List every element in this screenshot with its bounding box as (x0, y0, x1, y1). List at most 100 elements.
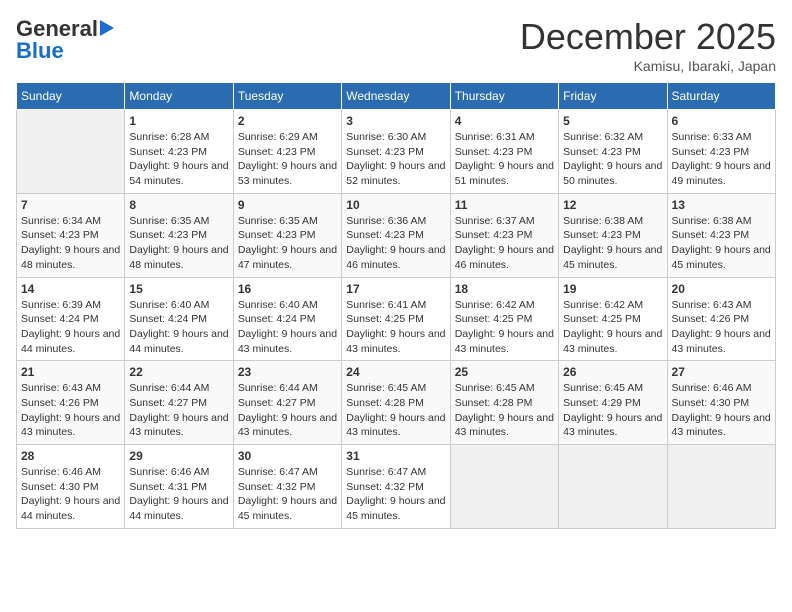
calendar-cell: 15 Sunrise: 6:40 AMSunset: 4:24 PMDayligh… (125, 277, 233, 361)
calendar-cell: 13Sunrise: 6:38 AMSunset: 4:23 PMDayligh… (667, 193, 775, 277)
day-number: 28 (21, 449, 120, 463)
calendar-cell (559, 445, 667, 529)
calendar-cell: 16 Sunrise: 6:40 AMSunset: 4:24 PMDayligh… (233, 277, 341, 361)
day-info: Sunrise: 6:28 AMSunset: 4:23 PMDaylight:… (129, 130, 228, 189)
day-info: Sunrise: 6:45 AMSunset: 4:29 PMDaylight:… (563, 381, 662, 440)
day-number: 5 (563, 114, 662, 128)
day-number: 23 (238, 365, 337, 379)
day-number: 10 (346, 198, 445, 212)
day-number: 29 (129, 449, 228, 463)
calendar-cell: 24 Sunrise: 6:45 AMSunset: 4:28 PMDayligh… (342, 361, 450, 445)
logo-arrow-icon (100, 20, 114, 36)
calendar-cell: 25 Sunrise: 6:45 AMSunset: 4:28 PMDayligh… (450, 361, 558, 445)
day-number: 25 (455, 365, 554, 379)
day-number: 30 (238, 449, 337, 463)
day-number: 11 (455, 198, 554, 212)
calendar-week-row: 21 Sunrise: 6:43 AMSunset: 4:26 PMDayligh… (17, 361, 776, 445)
day-info: Sunrise: 6:40 AMSunset: 4:24 PMDaylight:… (129, 298, 228, 357)
day-info: Sunrise: 6:30 AMSunset: 4:23 PMDaylight:… (346, 130, 445, 189)
calendar-cell: 1 Sunrise: 6:28 AMSunset: 4:23 PMDaylight… (125, 110, 233, 194)
day-of-week-header: Saturday (667, 83, 775, 110)
calendar-cell: 20 Sunrise: 6:43 AMSunset: 4:26 PMDayligh… (667, 277, 775, 361)
calendar-cell: 26Sunrise: 6:45 AMSunset: 4:29 PMDayligh… (559, 361, 667, 445)
day-number: 31 (346, 449, 445, 463)
day-number: 20 (672, 282, 771, 296)
day-info: Sunrise: 6:39 AMSunset: 4:24 PMDaylight:… (21, 298, 120, 357)
day-info: Sunrise: 6:41 AMSunset: 4:25 PMDaylight:… (346, 298, 445, 357)
day-number: 19 (563, 282, 662, 296)
calendar-cell: 28 Sunrise: 6:46 AMSunset: 4:30 PMDayligh… (17, 445, 125, 529)
day-info: Sunrise: 6:43 AMSunset: 4:26 PMDaylight:… (672, 298, 771, 357)
day-info: Sunrise: 6:42 AMSunset: 4:25 PMDaylight:… (563, 298, 662, 357)
day-of-week-header: Thursday (450, 83, 558, 110)
calendar-week-row: 1 Sunrise: 6:28 AMSunset: 4:23 PMDaylight… (17, 110, 776, 194)
calendar-cell: 5 Sunrise: 6:32 AMSunset: 4:23 PMDaylight… (559, 110, 667, 194)
day-info: Sunrise: 6:34 AMSunset: 4:23 PMDaylight:… (21, 214, 120, 273)
calendar-cell: 27Sunrise: 6:46 AMSunset: 4:30 PMDayligh… (667, 361, 775, 445)
day-info: Sunrise: 6:40 AMSunset: 4:24 PMDaylight:… (238, 298, 337, 357)
day-info: Sunrise: 6:36 AMSunset: 4:23 PMDaylight:… (346, 214, 445, 273)
calendar-cell: 21 Sunrise: 6:43 AMSunset: 4:26 PMDayligh… (17, 361, 125, 445)
calendar-cell: 12Sunrise: 6:38 AMSunset: 4:23 PMDayligh… (559, 193, 667, 277)
day-number: 22 (129, 365, 228, 379)
day-info: Sunrise: 6:47 AMSunset: 4:32 PMDaylight:… (238, 465, 337, 524)
day-info: Sunrise: 6:35 AMSunset: 4:23 PMDaylight:… (238, 214, 337, 273)
day-info: Sunrise: 6:45 AMSunset: 4:28 PMDaylight:… (346, 381, 445, 440)
calendar-cell: 8 Sunrise: 6:35 AMSunset: 4:23 PMDaylight… (125, 193, 233, 277)
calendar-header-row: SundayMondayTuesdayWednesdayThursdayFrid… (17, 83, 776, 110)
calendar-cell: 30 Sunrise: 6:47 AMSunset: 4:32 PMDayligh… (233, 445, 341, 529)
calendar-cell: 31 Sunrise: 6:47 AMSunset: 4:32 PMDayligh… (342, 445, 450, 529)
day-number: 24 (346, 365, 445, 379)
day-number: 6 (672, 114, 771, 128)
day-of-week-header: Wednesday (342, 83, 450, 110)
location-subtitle: Kamisu, Ibaraki, Japan (520, 58, 776, 74)
calendar-cell (667, 445, 775, 529)
calendar-cell: 11 Sunrise: 6:37 AMSunset: 4:23 PMDayligh… (450, 193, 558, 277)
day-info: Sunrise: 6:44 AMSunset: 4:27 PMDaylight:… (238, 381, 337, 440)
day-info: Sunrise: 6:33 AMSunset: 4:23 PMDaylight:… (672, 130, 771, 189)
day-info: Sunrise: 6:46 AMSunset: 4:30 PMDaylight:… (21, 465, 120, 524)
logo: General Blue (16, 16, 114, 64)
calendar-cell: 18Sunrise: 6:42 AMSunset: 4:25 PMDayligh… (450, 277, 558, 361)
day-info: Sunrise: 6:35 AMSunset: 4:23 PMDaylight:… (129, 214, 228, 273)
day-info: Sunrise: 6:43 AMSunset: 4:26 PMDaylight:… (21, 381, 120, 440)
day-number: 14 (21, 282, 120, 296)
title-block: December 2025 Kamisu, Ibaraki, Japan (520, 16, 776, 74)
day-number: 17 (346, 282, 445, 296)
day-number: 21 (21, 365, 120, 379)
page-header: General Blue December 2025 Kamisu, Ibara… (16, 16, 776, 74)
day-number: 15 (129, 282, 228, 296)
day-info: Sunrise: 6:45 AMSunset: 4:28 PMDaylight:… (455, 381, 554, 440)
calendar-cell: 9 Sunrise: 6:35 AMSunset: 4:23 PMDaylight… (233, 193, 341, 277)
day-info: Sunrise: 6:31 AMSunset: 4:23 PMDaylight:… (455, 130, 554, 189)
day-of-week-header: Sunday (17, 83, 125, 110)
day-number: 3 (346, 114, 445, 128)
calendar-cell: 14 Sunrise: 6:39 AMSunset: 4:24 PMDayligh… (17, 277, 125, 361)
day-info: Sunrise: 6:37 AMSunset: 4:23 PMDaylight:… (455, 214, 554, 273)
calendar-cell: 10 Sunrise: 6:36 AMSunset: 4:23 PMDayligh… (342, 193, 450, 277)
day-number: 9 (238, 198, 337, 212)
calendar-cell: 3 Sunrise: 6:30 AMSunset: 4:23 PMDaylight… (342, 110, 450, 194)
day-info: Sunrise: 6:44 AMSunset: 4:27 PMDaylight:… (129, 381, 228, 440)
month-title: December 2025 (520, 16, 776, 58)
day-number: 2 (238, 114, 337, 128)
calendar-cell: 2Sunrise: 6:29 AMSunset: 4:23 PMDaylight… (233, 110, 341, 194)
day-info: Sunrise: 6:46 AMSunset: 4:30 PMDaylight:… (672, 381, 771, 440)
calendar-week-row: 14 Sunrise: 6:39 AMSunset: 4:24 PMDayligh… (17, 277, 776, 361)
day-number: 16 (238, 282, 337, 296)
day-info: Sunrise: 6:42 AMSunset: 4:25 PMDaylight:… (455, 298, 554, 357)
day-info: Sunrise: 6:38 AMSunset: 4:23 PMDaylight:… (563, 214, 662, 273)
day-info: Sunrise: 6:47 AMSunset: 4:32 PMDaylight:… (346, 465, 445, 524)
calendar-cell: 6 Sunrise: 6:33 AMSunset: 4:23 PMDaylight… (667, 110, 775, 194)
day-number: 1 (129, 114, 228, 128)
calendar-cell: 17 Sunrise: 6:41 AMSunset: 4:25 PMDayligh… (342, 277, 450, 361)
calendar-cell (450, 445, 558, 529)
day-info: Sunrise: 6:46 AMSunset: 4:31 PMDaylight:… (129, 465, 228, 524)
day-number: 8 (129, 198, 228, 212)
calendar-cell: 22 Sunrise: 6:44 AMSunset: 4:27 PMDayligh… (125, 361, 233, 445)
day-info: Sunrise: 6:32 AMSunset: 4:23 PMDaylight:… (563, 130, 662, 189)
calendar-table: SundayMondayTuesdayWednesdayThursdayFrid… (16, 82, 776, 529)
calendar-cell: 4Sunrise: 6:31 AMSunset: 4:23 PMDaylight… (450, 110, 558, 194)
calendar-cell (17, 110, 125, 194)
calendar-week-row: 28 Sunrise: 6:46 AMSunset: 4:30 PMDayligh… (17, 445, 776, 529)
